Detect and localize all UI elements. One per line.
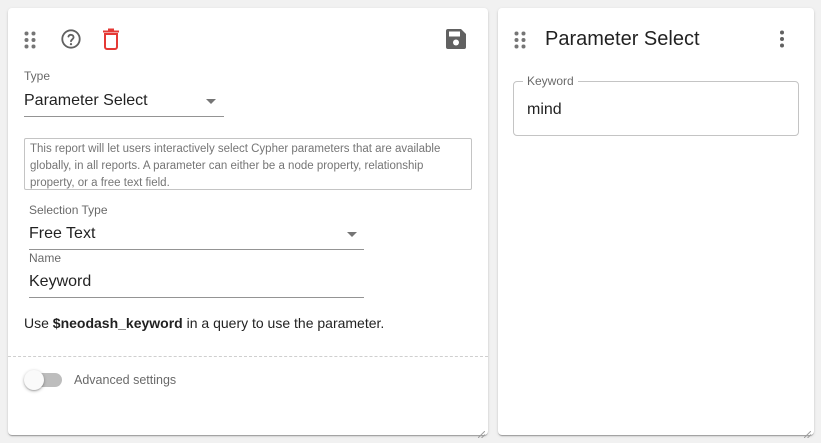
report-title[interactable]: Parameter Select	[545, 28, 700, 51]
keyword-input-value: mind	[527, 101, 562, 118]
resize-handle-icon[interactable]	[803, 425, 812, 439]
selection-type-label: Selection Type	[29, 203, 108, 217]
keyword-input-label: Keyword	[523, 74, 578, 88]
name-field-value: Keyword	[29, 273, 92, 290]
toggle-thumb	[24, 370, 44, 390]
selection-type-underline	[29, 249, 364, 250]
name-field[interactable]: Keyword	[29, 271, 364, 298]
help-text-prefix: Use	[24, 315, 53, 331]
name-label: Name	[29, 251, 62, 265]
divider	[8, 356, 488, 357]
type-select-value: Parameter Select	[24, 92, 148, 109]
save-icon[interactable]	[446, 29, 466, 49]
drag-indicator-icon[interactable]	[514, 31, 526, 49]
report-description: This report will let users interactively…	[24, 138, 472, 190]
type-select[interactable]: Parameter Select	[24, 90, 224, 117]
type-label: Type	[24, 69, 51, 83]
report-settings-card: Type Parameter Select This report will l…	[8, 8, 488, 439]
delete-icon[interactable]	[102, 28, 120, 50]
drag-indicator-icon[interactable]	[24, 31, 36, 49]
type-select-underline	[24, 116, 224, 117]
chevron-down-icon	[206, 99, 216, 104]
advanced-settings-label: Advanced settings	[74, 373, 177, 387]
selection-type-select[interactable]: Free Text	[29, 223, 364, 250]
parameter-help-text: Use $neodash_keyword in a query to use t…	[24, 315, 384, 331]
help-outline-icon[interactable]	[60, 28, 82, 50]
selection-type-value: Free Text	[29, 225, 96, 242]
name-field-underline	[29, 297, 364, 298]
keyword-input[interactable]: Keyword mind	[513, 74, 799, 136]
more-vert-icon[interactable]	[778, 30, 786, 48]
help-text-parameter: $neodash_keyword	[52, 315, 183, 331]
advanced-settings-toggle[interactable]	[24, 370, 64, 390]
parameter-select-card: Parameter Select Keyword mind	[498, 8, 814, 439]
chevron-down-icon	[347, 232, 357, 237]
resize-handle-icon[interactable]	[477, 425, 486, 439]
help-text-suffix: in a query to use the parameter.	[182, 315, 385, 331]
